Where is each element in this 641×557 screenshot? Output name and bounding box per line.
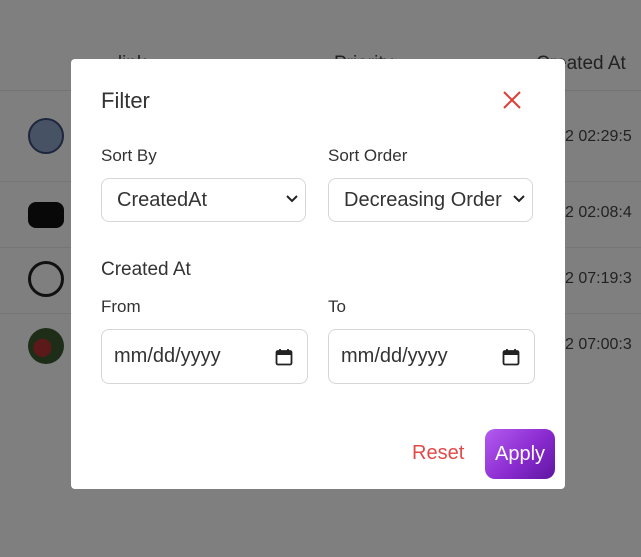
to-date-input[interactable]: mm/dd/yyyy: [328, 329, 535, 384]
to-date-placeholder: mm/dd/yyyy: [341, 345, 448, 367]
modal-title: Filter: [101, 88, 150, 113]
calendar-icon[interactable]: [275, 348, 293, 366]
to-label: To: [328, 297, 346, 316]
sort-by-value: CreatedAt: [117, 189, 208, 211]
apply-button[interactable]: Apply: [485, 429, 555, 479]
sort-by-select[interactable]: CreatedAt: [101, 178, 306, 222]
sort-order-select[interactable]: Decreasing Order: [328, 178, 533, 222]
close-icon: [503, 91, 521, 109]
close-button[interactable]: [501, 89, 523, 111]
sort-order-value: Decreasing Order: [344, 189, 502, 211]
sort-by-label: Sort By: [101, 146, 157, 165]
filter-modal: Filter Sort By Sort Order CreatedAt Decr…: [71, 59, 565, 489]
from-date-placeholder: mm/dd/yyyy: [114, 345, 221, 367]
chevron-down-icon: [286, 195, 298, 203]
sort-order-label: Sort Order: [328, 146, 408, 165]
reset-button[interactable]: Reset: [412, 442, 464, 465]
chevron-down-icon: [513, 195, 525, 203]
created-at-title: Created At: [101, 259, 191, 280]
from-date-input[interactable]: mm/dd/yyyy: [101, 329, 308, 384]
from-label: From: [101, 297, 141, 316]
calendar-icon[interactable]: [502, 348, 520, 366]
